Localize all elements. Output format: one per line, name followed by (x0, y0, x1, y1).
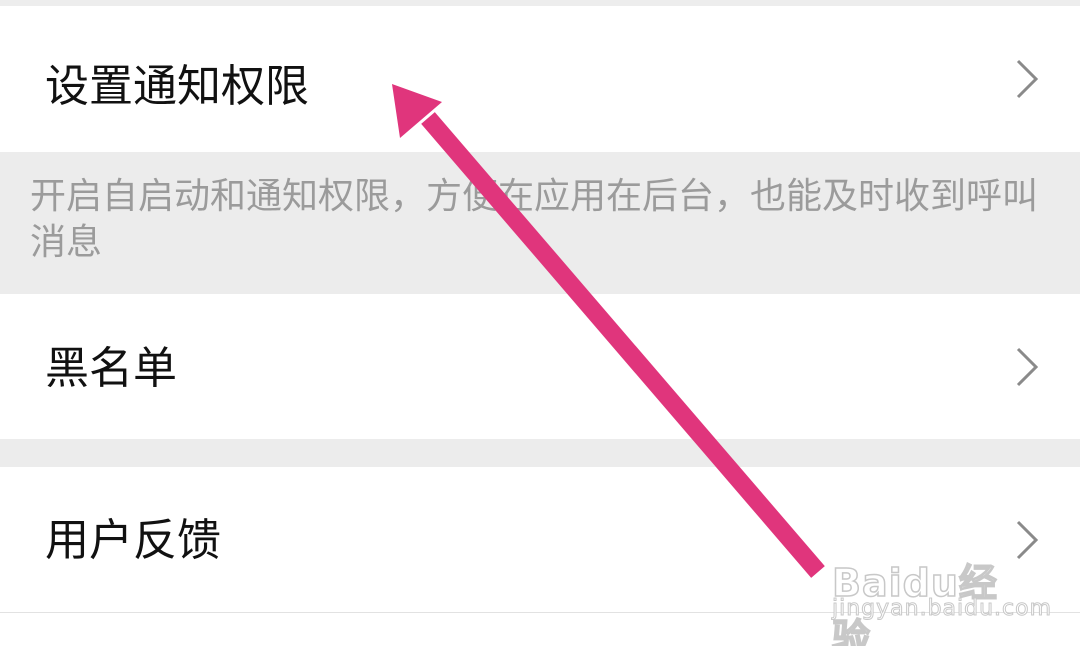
blacklist-label: 黑名单 (45, 343, 177, 394)
baidu-jingyan-watermark: Baidu经验 jingyan.baidu.com (831, 530, 1051, 646)
notification-permission-row[interactable]: 设置通知权限 (0, 6, 1080, 152)
settings-screen: 设置通知权限 开启自启动和通知权限，方便在应用在后台，也能及时收到呼叫消息 黑名… (0, 0, 1080, 646)
chevron-right-icon (1008, 57, 1044, 101)
blacklist-row[interactable]: 黑名单 (0, 294, 1080, 439)
notification-hint-text: 开启自启动和通知权限，方便在应用在后台，也能及时收到呼叫消息 (30, 176, 1039, 263)
section-gap (0, 439, 1080, 467)
watermark-url: jingyan.baidu.com (831, 596, 1053, 622)
user-feedback-label: 用户反馈 (45, 515, 221, 566)
notification-permission-label: 设置通知权限 (45, 61, 309, 112)
chevron-right-icon (1008, 345, 1044, 389)
notification-hint-section: 开启自启动和通知权限，方便在应用在后台，也能及时收到呼叫消息 (0, 152, 1080, 294)
